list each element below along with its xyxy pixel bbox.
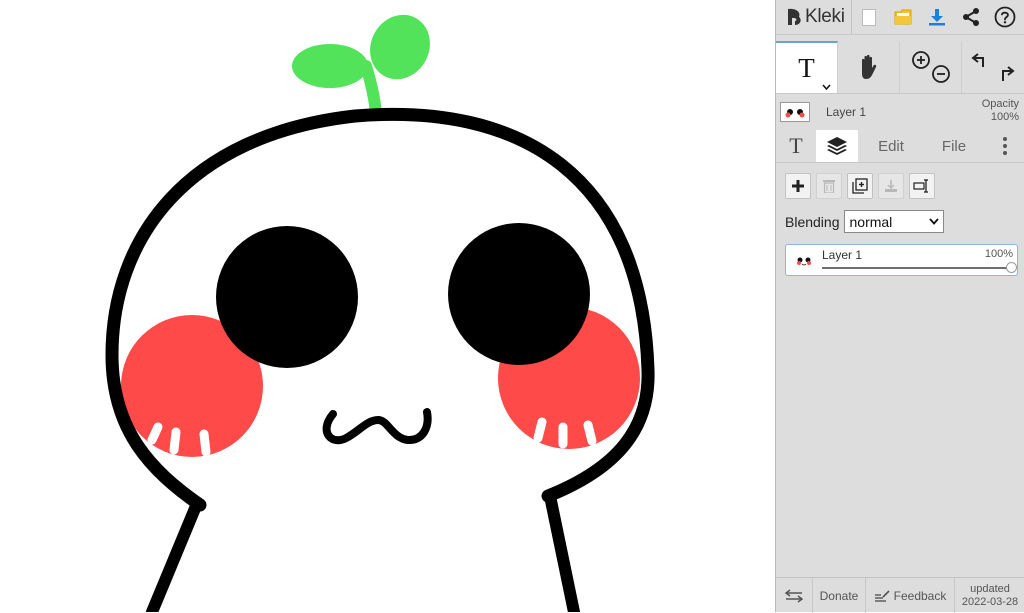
tab-layers[interactable] (816, 130, 858, 162)
help-button[interactable] (988, 0, 1022, 34)
text-tab-icon: T (789, 133, 803, 158)
drawing-canvas[interactable] (0, 0, 775, 612)
kebab-menu-icon (1002, 137, 1007, 155)
slider-fill (822, 267, 1012, 269)
canvas-artwork (105, 14, 655, 612)
layer-item-name: Layer 1 (822, 248, 863, 262)
panel-tabs: T Edit File (776, 130, 1024, 163)
blending-row: Blending normal (785, 210, 944, 233)
delete-layer-button[interactable] (816, 173, 842, 199)
duplicate-icon (852, 178, 868, 194)
merge-layer-button[interactable] (878, 173, 904, 199)
plus-icon (792, 180, 804, 192)
chevron-down-icon (928, 218, 939, 225)
open-file-button[interactable] (886, 0, 920, 34)
side-panel: Kleki T Layer 1 Opacity 100% T Edit File… (775, 0, 1024, 613)
blending-select[interactable]: normal (843, 210, 944, 233)
layer-list-item[interactable]: Layer 1 100% (785, 244, 1018, 276)
active-layer-strip: Layer 1 Opacity 100% (776, 96, 1024, 128)
tab-file[interactable]: File (924, 130, 984, 162)
sprout-leaf-left (292, 44, 368, 88)
more-menu-button[interactable] (984, 130, 1024, 162)
layers-icon (827, 137, 847, 155)
feedback-label: Feedback (893, 588, 947, 603)
undo-redo-icon (971, 53, 1015, 81)
opacity-label: Opacity (981, 98, 1019, 110)
swap-arrows-icon (785, 588, 803, 603)
hand-tool-button[interactable] (838, 41, 900, 93)
tab-text-settings[interactable]: T (776, 130, 816, 162)
layer-opacity-slider[interactable] (822, 262, 1017, 273)
kleki-logo[interactable]: Kleki (776, 0, 852, 34)
tool-row: T (776, 41, 1024, 94)
help-icon (994, 6, 1016, 28)
feedback-icon (874, 589, 890, 602)
trash-icon (823, 180, 835, 193)
feedback-button[interactable]: Feedback (866, 578, 955, 613)
new-image-button[interactable] (852, 0, 886, 34)
merge-down-icon (885, 180, 897, 192)
duplicate-layer-button[interactable] (847, 173, 873, 199)
eye-right (448, 223, 590, 365)
rename-icon (913, 179, 928, 193)
blending-label: Blending (785, 213, 840, 230)
zoom-buttons[interactable] (900, 41, 962, 93)
undo-redo-buttons[interactable] (962, 41, 1024, 93)
download-icon (928, 9, 945, 26)
rename-layer-button[interactable] (909, 173, 935, 199)
hand-icon (861, 54, 876, 79)
open-folder-icon (894, 9, 912, 25)
tab-edit[interactable]: Edit (858, 130, 924, 162)
add-layer-button[interactable] (785, 173, 811, 199)
kleki-logo-icon (788, 8, 801, 26)
top-bar: Kleki (776, 0, 1024, 35)
blending-value: normal (849, 213, 893, 230)
opacity-readout: Opacity 100% (982, 98, 1019, 124)
layer-item-thumbnail (797, 257, 811, 266)
swap-side-button[interactable] (776, 578, 813, 613)
eye-left (216, 226, 358, 368)
opacity-value: 100% (990, 111, 1019, 123)
zoom-in-out-icon (911, 51, 950, 83)
updated-label: updated (970, 582, 1010, 595)
active-layer-name: Layer 1 (826, 105, 867, 119)
donate-button[interactable]: Donate (813, 578, 866, 613)
updated-info: updated 2022-03-28 (955, 578, 1024, 613)
slider-handle[interactable] (1006, 262, 1017, 273)
sprout-stem (360, 60, 382, 118)
updated-date: 2022-03-28 (961, 595, 1019, 608)
app-name: Kleki (805, 6, 845, 27)
download-button[interactable] (920, 0, 954, 34)
panel-footer: Donate Feedback updated 2022-03-28 (776, 577, 1024, 613)
layer-item-opacity: 100% (984, 248, 1013, 260)
share-icon (962, 8, 979, 26)
text-tool-icon: T (798, 52, 815, 83)
new-image-icon (861, 8, 876, 26)
text-tool-button[interactable]: T (776, 41, 838, 93)
share-button[interactable] (954, 0, 988, 34)
layer-action-buttons (785, 173, 935, 199)
chevron-down-icon (822, 84, 831, 90)
layer-thumbnail (780, 102, 810, 122)
